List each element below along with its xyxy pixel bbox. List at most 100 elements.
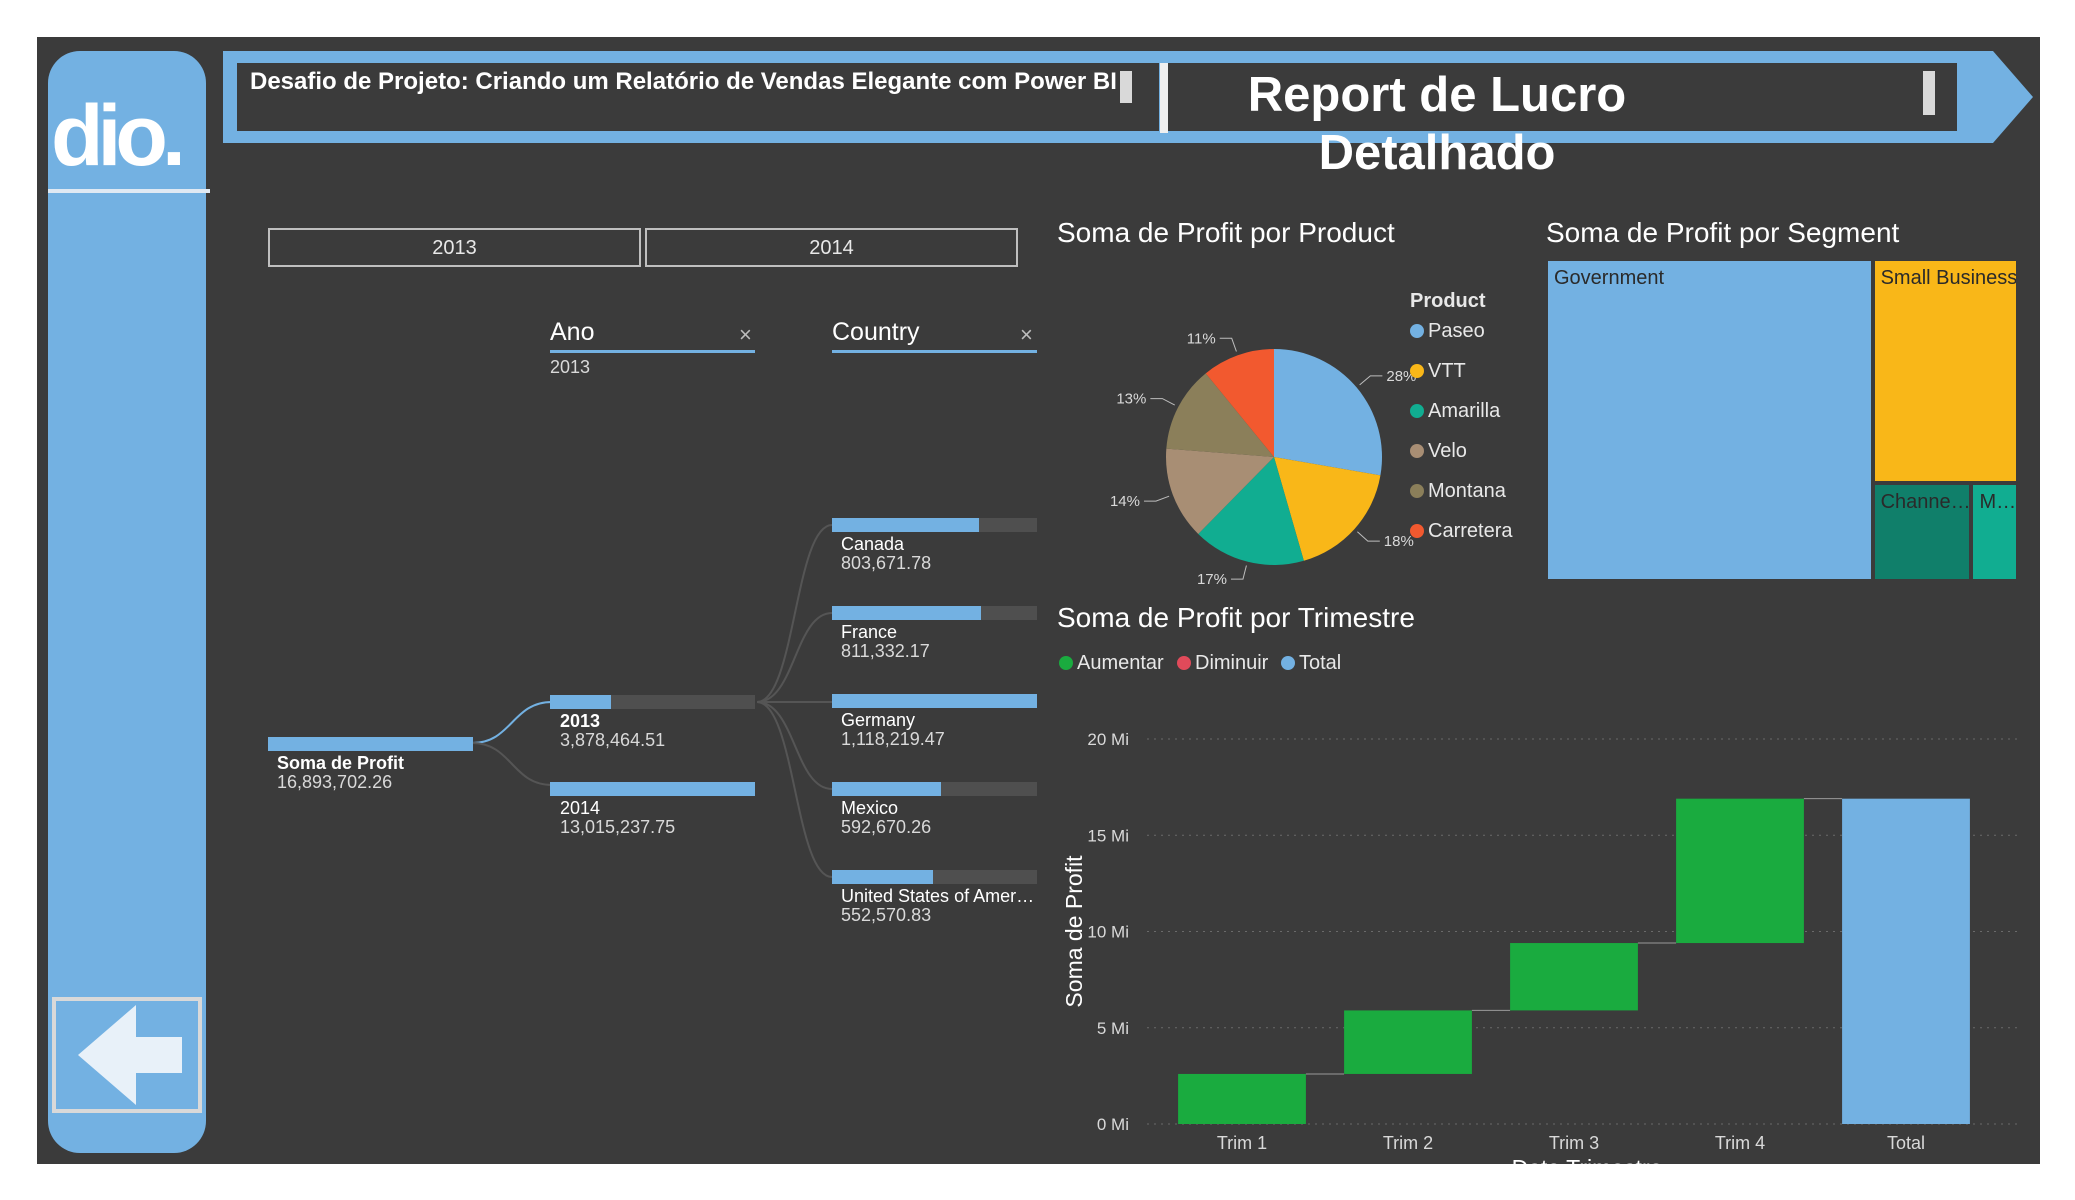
pie-legend-item[interactable]: Amarilla — [1410, 400, 1500, 423]
y-tick-label: 15 Mi — [1087, 826, 1129, 845]
pie-legend-label: Velo — [1428, 440, 1467, 462]
pie-leader-line — [1357, 531, 1380, 542]
country-node-fill — [832, 694, 1037, 708]
pie-legend-title: Product — [1410, 290, 1486, 312]
y-tick-label: 5 Mi — [1097, 1019, 1129, 1038]
waterfall-legend-item[interactable]: Aumentar — [1059, 652, 1164, 675]
pie-leader-line — [1230, 565, 1247, 580]
treemap-title: Soma de Profit por Segment — [1546, 217, 1900, 248]
country-node-fill — [832, 782, 941, 796]
country-node-value: 592,670.26 — [841, 817, 932, 837]
treemap-cell[interactable]: M… — [1971, 482, 2018, 581]
waterfall-chart[interactable]: 0 Mi 5 Mi 10 Mi 15 Mi 20 Mi Trim 1 Trim 2 Trim … — [1057, 677, 2037, 1164]
country-node-label: United States of Amer… — [841, 886, 1035, 906]
pie-legend-label: VTT — [1428, 360, 1466, 382]
waterfall-title: Soma de Profit por Trimestre — [1057, 602, 1415, 633]
year-node-fill — [550, 695, 612, 709]
pie-data-label: 11% — [1187, 330, 1216, 347]
root-node-value: 16,893,702.26 — [277, 772, 393, 792]
y-tick-label: 20 Mi — [1087, 730, 1129, 749]
arrow-left-icon — [78, 1005, 182, 1105]
pie-legend-item[interactable]: Montana — [1410, 480, 1506, 503]
pie-data-label: 17% — [1197, 571, 1227, 588]
pie-legend-label: Carretera — [1428, 520, 1513, 542]
pie-slice-paseo[interactable] — [1274, 349, 1382, 476]
root-node-bar[interactable] — [268, 737, 473, 751]
pie-data-label: 13% — [1116, 391, 1146, 408]
back-button[interactable] — [52, 997, 202, 1113]
x-tick-label: Total — [1887, 1133, 1925, 1153]
country-node-label: Germany — [841, 710, 916, 730]
country-node-value: 803,671.78 — [841, 553, 932, 573]
y-tick-label: 10 Mi — [1087, 923, 1129, 942]
country-node-bar[interactable] — [832, 694, 1037, 708]
country-node-bar[interactable] — [832, 782, 1037, 796]
year-node-bar[interactable] — [550, 782, 755, 796]
waterfall-legend-label: Total — [1299, 652, 1342, 674]
report-title: Report de Lucro Detalhado — [1247, 68, 1627, 180]
waterfall-bar[interactable] — [1178, 1073, 1306, 1124]
legend-dot-icon — [1281, 656, 1295, 670]
legend-dot-icon — [1410, 404, 1424, 418]
pie-chart[interactable]: 28%18%17%14%13%11% — [1057, 287, 1417, 607]
country-node-value: 552,570.83 — [841, 905, 932, 925]
country-node-fill — [832, 870, 934, 884]
treemap-cell-label: Government — [1554, 267, 1665, 289]
country-node-label: France — [841, 622, 898, 642]
treemap-cell-label: M… — [1979, 490, 2017, 513]
x-axis-title: Date Trimestre — [1512, 1155, 1663, 1164]
waterfall-bar[interactable] — [1510, 943, 1638, 1011]
treemap-cell[interactable]: Channe… — [1872, 482, 1972, 581]
pie-legend-item[interactable]: Paseo — [1410, 320, 1485, 343]
year-node-value: 3,878,464.51 — [560, 730, 666, 750]
pie-legend-item[interactable]: VTT — [1410, 360, 1466, 383]
pie-leader-line — [1219, 337, 1237, 352]
country-node-bar[interactable] — [832, 606, 1037, 620]
country-node-value: 1,118,219.47 — [841, 729, 945, 749]
root-node-label: Soma de Profit — [277, 753, 405, 773]
legend-dot-icon — [1410, 444, 1424, 458]
pie-legend-label: Paseo — [1428, 320, 1485, 342]
pie-legend-label: Montana — [1428, 480, 1506, 502]
legend-dot-icon — [1410, 524, 1424, 538]
waterfall-bar[interactable] — [1344, 1010, 1472, 1074]
year-node-fill — [550, 782, 755, 796]
year-node-value: 13,015,237.75 — [560, 817, 676, 837]
pie-legend-item[interactable]: Velo — [1410, 440, 1467, 463]
country-node-bar[interactable] — [832, 870, 1037, 884]
x-tick-label: Trim 3 — [1549, 1133, 1599, 1153]
country-node-fill — [832, 606, 981, 620]
x-tick-label: Trim 4 — [1715, 1133, 1765, 1153]
year-node-label: 2014 — [560, 798, 601, 818]
waterfall-bar[interactable] — [1842, 798, 1970, 1124]
legend-dot-icon — [1410, 364, 1424, 378]
legend-dot-icon — [1410, 484, 1424, 498]
y-tick-label: 0 Mi — [1097, 1115, 1129, 1134]
treemap-cell[interactable]: Small Business — [1872, 259, 2018, 483]
treemap-cell-label: Channe… — [1880, 490, 1971, 513]
pie-leader-line — [1143, 495, 1170, 502]
country-node-bar[interactable] — [832, 518, 1037, 532]
waterfall-legend-label: Diminuir — [1195, 652, 1269, 674]
pie-legend-label: Amarilla — [1428, 400, 1501, 422]
country-node-label: Canada — [841, 534, 905, 554]
tree-connectors — [471, 524, 833, 878]
country-node-fill — [832, 518, 980, 532]
x-tick-label: Trim 1 — [1217, 1133, 1267, 1153]
waterfall-legend-item[interactable]: Total — [1281, 652, 1341, 675]
waterfall-bar[interactable] — [1676, 798, 1804, 944]
pie-title: Soma de Profit por Product — [1057, 217, 1395, 248]
country-node-label: Mexico — [841, 798, 899, 818]
x-tick-label: Trim 2 — [1383, 1133, 1433, 1153]
legend-dot-icon — [1177, 656, 1191, 670]
treemap-cell[interactable]: Government — [1546, 259, 1873, 581]
waterfall-legend-item[interactable]: Diminuir — [1177, 652, 1268, 675]
year-node-bar[interactable] — [550, 695, 755, 709]
waterfall-legend-label: Aumentar — [1077, 652, 1164, 674]
report-canvas: dio. Desafio de Projeto: Criando um Rela… — [37, 37, 2040, 1164]
pie-data-label: 14% — [1110, 493, 1140, 510]
pie-leader-line — [1150, 398, 1175, 406]
legend-dot-icon — [1410, 324, 1424, 338]
y-axis-title: Soma de Profit — [1061, 855, 1087, 1008]
pie-legend-item[interactable]: Carretera — [1410, 520, 1512, 543]
